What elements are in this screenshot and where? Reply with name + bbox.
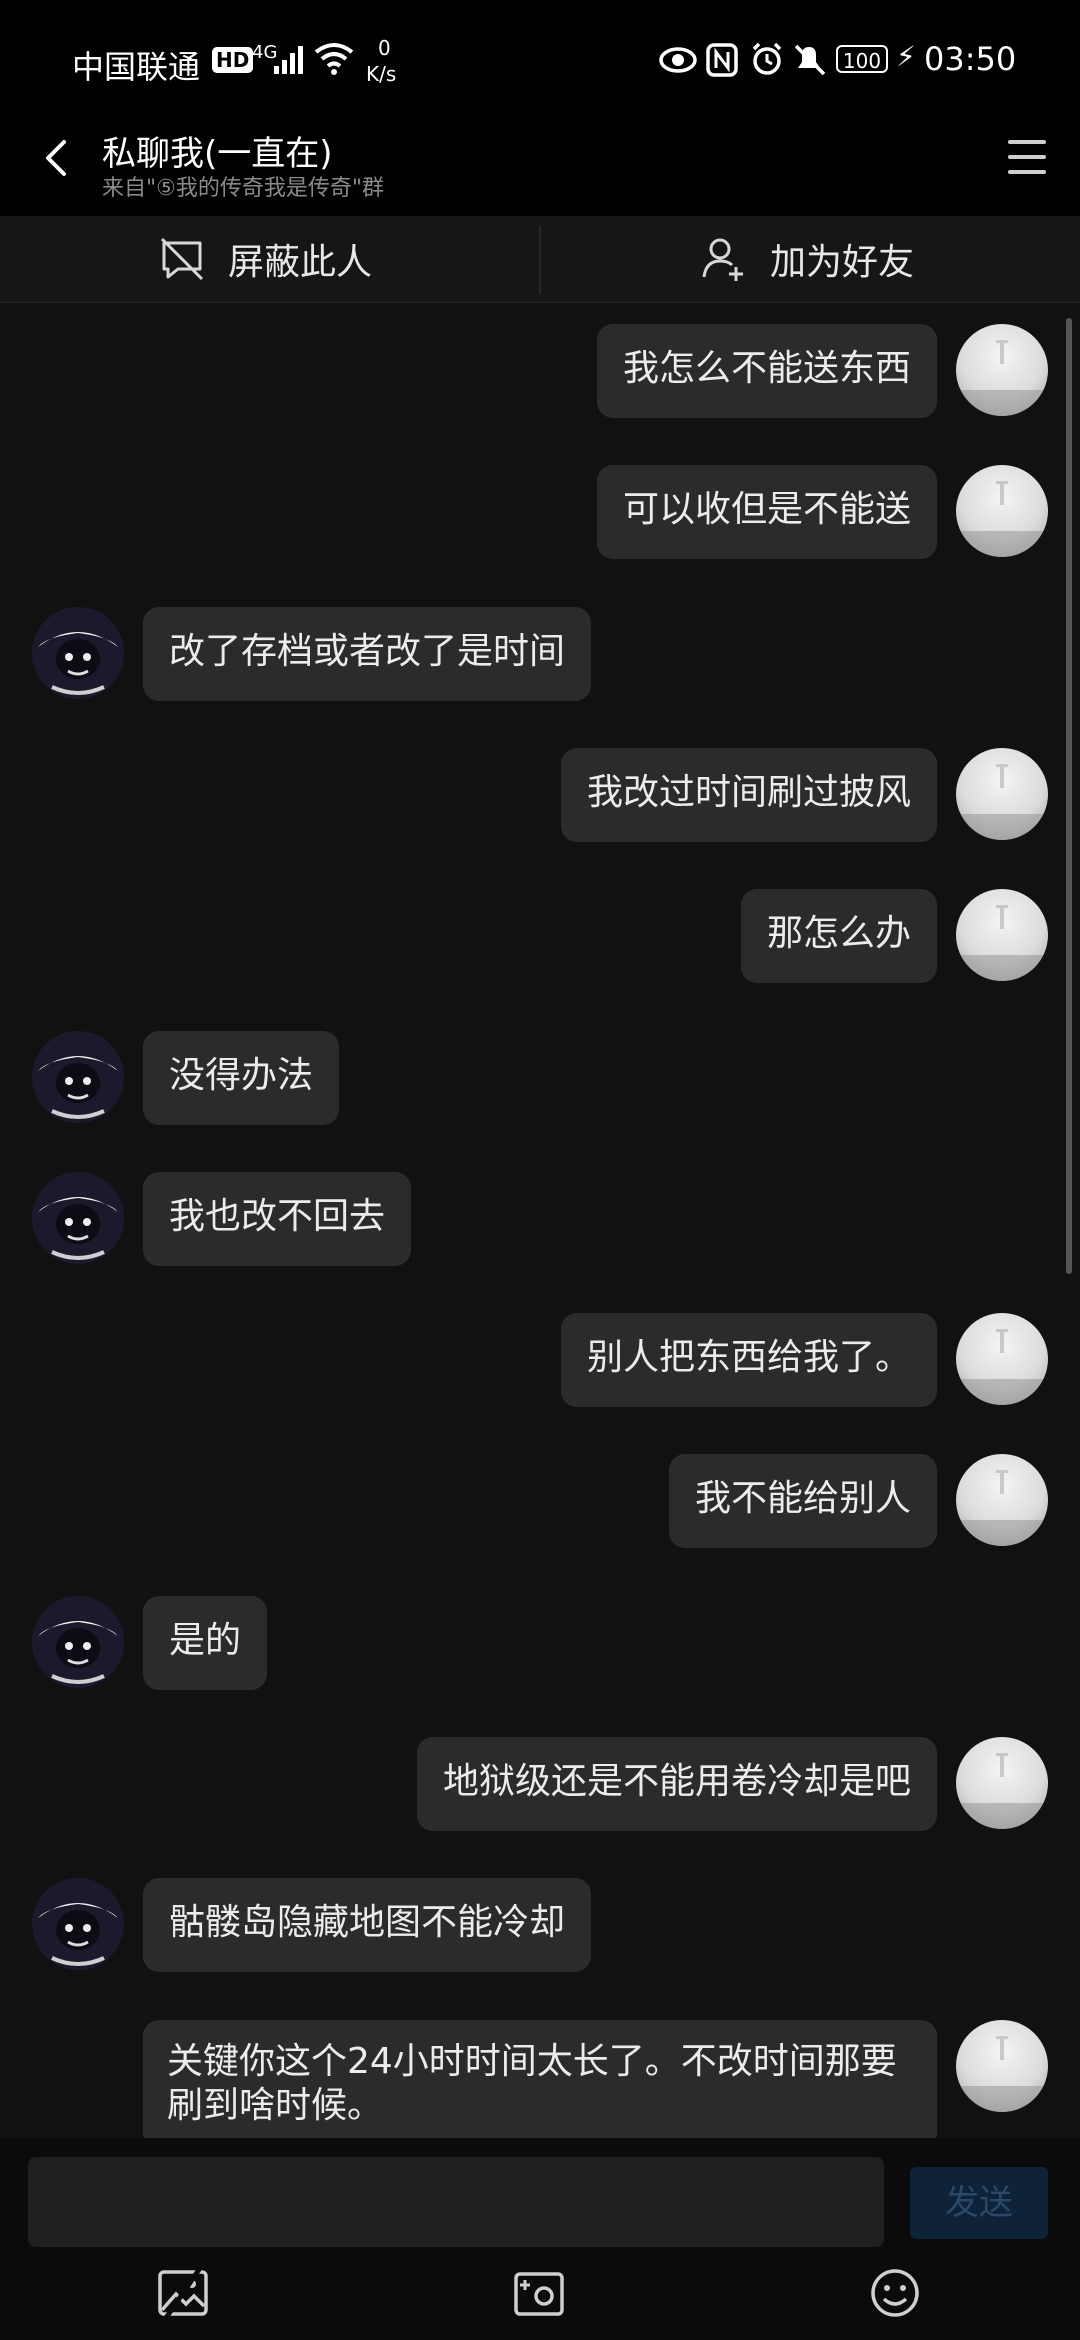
my-avatar[interactable] bbox=[956, 1737, 1048, 1829]
alarm-icon bbox=[752, 42, 782, 75]
message-bubble[interactable]: 我也改不回去 bbox=[143, 1171, 412, 1266]
net-speed-value: 0 bbox=[378, 36, 391, 60]
message-bubble[interactable]: 没得办法 bbox=[143, 1030, 340, 1125]
mute-icon bbox=[794, 44, 826, 76]
battery-icon: 100 bbox=[836, 45, 888, 73]
my-avatar[interactable] bbox=[956, 747, 1048, 840]
contact-avatar[interactable] bbox=[32, 1030, 124, 1123]
add-friend-label: 加为好友 bbox=[770, 242, 915, 283]
message-bubble[interactable]: 骷髅岛隐藏地图不能冷却 bbox=[143, 1878, 592, 1973]
message-bubble[interactable]: 是的 bbox=[143, 1595, 268, 1690]
block-icon bbox=[160, 237, 204, 281]
my-avatar[interactable] bbox=[956, 324, 1048, 416]
back-arrow-icon[interactable] bbox=[36, 138, 76, 178]
chat-title: 私聊我(一直在) bbox=[102, 134, 333, 174]
wifi-icon bbox=[314, 43, 354, 75]
charging-icon: ⚡ bbox=[896, 40, 916, 73]
my-avatar[interactable] bbox=[956, 465, 1048, 558]
my-avatar[interactable] bbox=[956, 1454, 1048, 1547]
message-bubble[interactable]: 我不能给别人 bbox=[668, 1454, 937, 1549]
add-friend-icon bbox=[702, 238, 743, 281]
action-divider bbox=[539, 226, 541, 294]
contact-avatar[interactable] bbox=[32, 1878, 124, 1971]
contact-avatar[interactable] bbox=[32, 1595, 124, 1688]
my-avatar[interactable] bbox=[956, 1313, 1048, 1406]
my-avatar[interactable] bbox=[956, 889, 1048, 982]
nfc-icon bbox=[706, 43, 738, 77]
carrier-name: 中国联通 bbox=[72, 48, 201, 86]
message-bubble[interactable]: 关键你这个24小时时间太长了。不改时间那要刷到啥时候。 bbox=[143, 2019, 937, 2138]
status-icons bbox=[659, 42, 826, 77]
message-bubble[interactable]: 我改过时间刷过披风 bbox=[560, 747, 937, 842]
contact-avatar[interactable] bbox=[32, 606, 124, 699]
message-bubble[interactable]: 我怎么不能送东西 bbox=[596, 324, 937, 418]
image-icon[interactable] bbox=[156, 2266, 210, 2320]
chat-subtitle: 来自"⑤我的传奇我是传奇"群 bbox=[102, 176, 384, 201]
eye-icon bbox=[659, 47, 697, 73]
message-input[interactable] bbox=[28, 2157, 884, 2247]
menu-icon[interactable] bbox=[1008, 140, 1046, 176]
net-speed-unit: K/s bbox=[366, 62, 397, 86]
emoji-icon[interactable] bbox=[868, 2266, 922, 2320]
message-bubble[interactable]: 那怎么办 bbox=[740, 889, 937, 984]
my-avatar[interactable] bbox=[956, 2019, 1048, 2112]
message-bubble[interactable]: 别人把东西给我了。 bbox=[560, 1313, 937, 1408]
block-user-button[interactable]: 屏蔽此人 bbox=[158, 216, 372, 302]
block-user-label: 屏蔽此人 bbox=[228, 242, 373, 283]
signal-icon bbox=[274, 46, 303, 74]
scrollbar[interactable] bbox=[1066, 318, 1072, 1274]
contact-avatar[interactable] bbox=[32, 1171, 124, 1264]
chat-area[interactable]: 我怎么不能送东西 可以收但是不能送 改了存档或者改了是时间我改过时间刷过披风那怎么办… bbox=[0, 302, 1080, 2138]
add-friend-button[interactable]: 加为好友 bbox=[700, 216, 914, 302]
hd-badge: HD bbox=[212, 47, 254, 73]
send-button[interactable]: 发送 bbox=[910, 2167, 1048, 2239]
message-bubble[interactable]: 改了存档或者改了是时间 bbox=[143, 606, 592, 701]
message-bubble[interactable]: 地狱级还是不能用卷冷却是吧 bbox=[416, 1737, 937, 1831]
camera-icon[interactable] bbox=[512, 2266, 566, 2320]
clock: 03:50 bbox=[924, 40, 1017, 78]
message-bubble[interactable]: 可以收但是不能送 bbox=[596, 465, 937, 560]
